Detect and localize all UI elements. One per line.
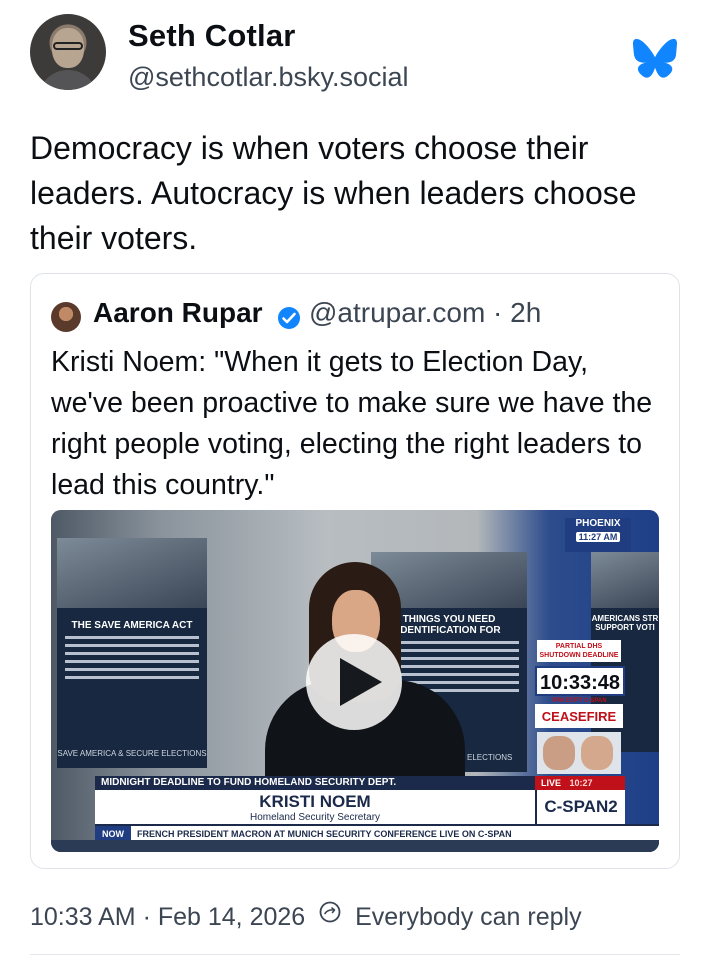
shutdown-deadline-label: PARTIAL DHS SHUTDOWN DEADLINE (537, 640, 621, 662)
post-timestamp[interactable]: 10:33 AM · Feb 14, 2026 (30, 903, 305, 932)
poster-footer: SAVE AMERICA & SECURE ELECTIONS (57, 749, 207, 758)
poster-save-america-act: THE SAVE AMERICA ACT SAVE AMERICA & SECU… (57, 538, 207, 768)
post-footer: 10:33 AM · Feb 14, 2026 Everybody can re… (30, 900, 582, 932)
verified-check-icon (278, 307, 300, 329)
reply-setting[interactable]: Everybody can reply (355, 903, 582, 932)
quote-author-handle-time[interactable]: @atrupar.com · 2h (309, 297, 541, 329)
speaker-name: KRISTI NOEM (259, 792, 371, 811)
quoted-post-card[interactable]: Aaron Rupar @atrupar.com · 2h Kristi Noe… (30, 273, 680, 869)
video-bottom-bar (51, 840, 659, 852)
quote-author-name[interactable]: Aaron Rupar (93, 297, 263, 329)
video-player[interactable]: THE SAVE AMERICA ACT SAVE AMERICA & SECU… (51, 510, 659, 852)
ceasefire-promo-photos (537, 732, 621, 774)
butterfly-icon (633, 38, 677, 78)
live-time: 10:27 (569, 778, 593, 788)
ceasefire-label: CEASEFIRE (541, 709, 617, 724)
poster-title: AMERICANS STR SUPPORT VOTI (591, 614, 659, 632)
post-text: Democracy is when voters choose their le… (30, 130, 637, 256)
countdown-clock: 10:33:48 (535, 666, 625, 696)
divider (30, 954, 680, 955)
author-name[interactable]: Seth Cotlar (128, 18, 296, 54)
poster-photo (591, 552, 659, 608)
avatar-glasses (53, 42, 83, 50)
reply-settings-icon[interactable] (318, 900, 342, 924)
poster-title: THE SAVE AMERICA ACT (71, 620, 193, 631)
play-icon[interactable] (340, 658, 382, 706)
poster-photo (57, 538, 207, 608)
ceasefire-promo: 7PM ET/PT C-SPAN CEASEFIRE (535, 698, 623, 728)
location-label: PHOENIX (575, 518, 621, 529)
live-label: LIVE (541, 778, 562, 788)
author-avatar[interactable] (30, 14, 106, 90)
location-time: 11:27 AM (576, 532, 620, 542)
avatar-shirt (38, 70, 98, 90)
quote-author-avatar[interactable] (51, 302, 81, 332)
deadline-banner: MIDNIGHT DEADLINE TO FUND HOMELAND SECUR… (95, 776, 535, 790)
lower-third: KRISTI NOEM Homeland Security Secretary (95, 790, 535, 824)
live-badge: LIVE 10:27 (535, 776, 625, 790)
ceasefire-promo-time: 7PM ET/PT C-SPAN (551, 698, 607, 704)
author-handle[interactable]: @sethcotlar.bsky.social (128, 62, 409, 93)
location-bug: PHOENIX 11:27 AM (565, 518, 631, 552)
speaker-title: Homeland Security Secretary (249, 812, 381, 823)
quote-text: Kristi Noem: "When it gets to Election D… (51, 346, 653, 501)
channel-logo: C-SPAN2 (535, 790, 625, 824)
